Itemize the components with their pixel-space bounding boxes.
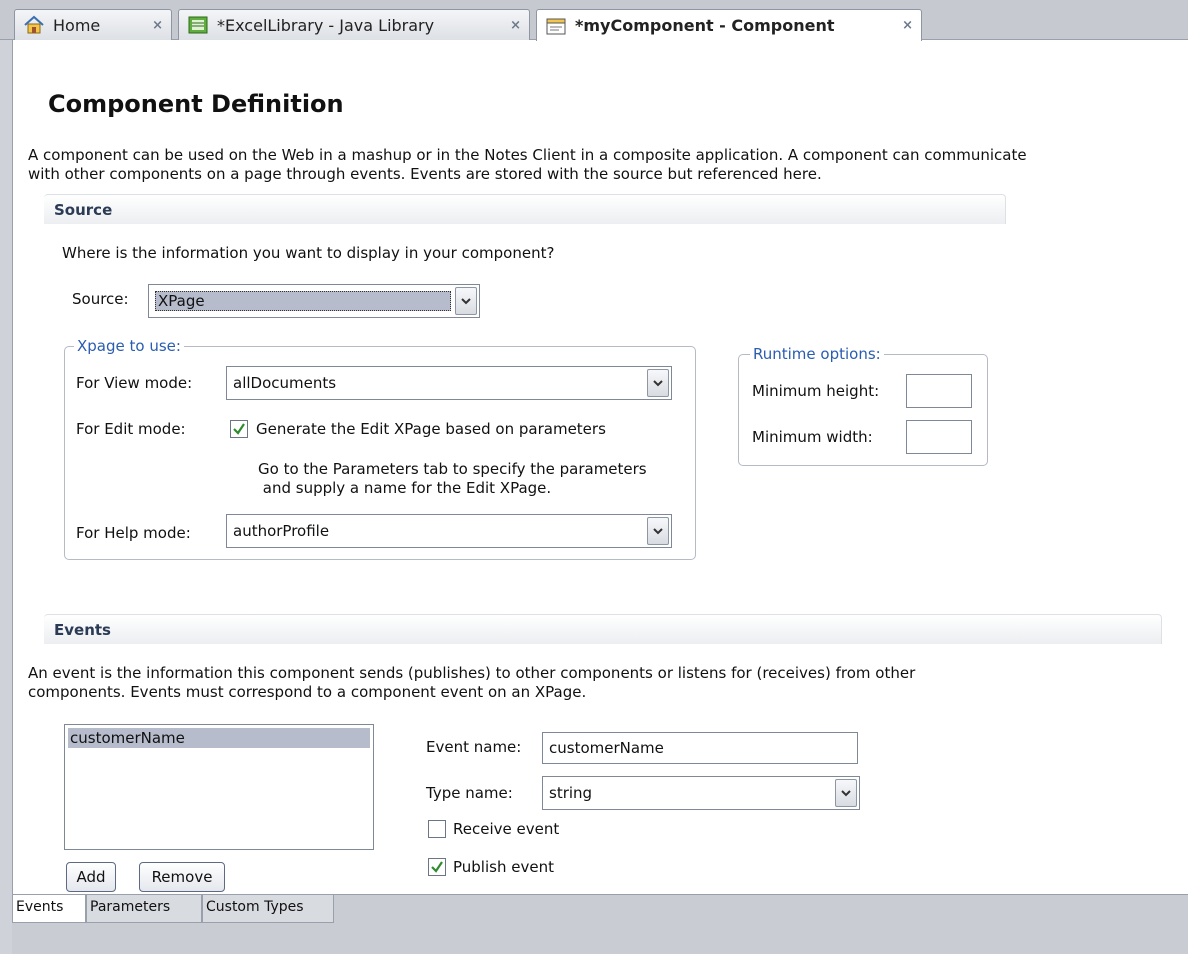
- publish-event-label: Publish event: [453, 858, 554, 876]
- type-name-value: string: [549, 784, 593, 802]
- type-name-label: Type name:: [426, 784, 513, 802]
- receive-event-checkbox[interactable]: [428, 820, 446, 838]
- tab-parameters[interactable]: Parameters: [86, 895, 202, 923]
- help-mode-value: authorProfile: [233, 522, 330, 540]
- close-icon[interactable]: ×: [152, 18, 163, 33]
- tab-home[interactable]: Home ×: [14, 9, 172, 40]
- min-height-label: Minimum height:: [752, 382, 880, 400]
- min-width-label: Minimum width:: [752, 428, 873, 446]
- min-height-input[interactable]: [906, 374, 972, 408]
- events-desc-line: components. Events must correspond to a …: [28, 683, 587, 701]
- remove-event-button[interactable]: Remove: [139, 862, 225, 892]
- source-section-header[interactable]: Source: [44, 194, 1006, 224]
- event-name-label: Event name:: [426, 738, 522, 756]
- tab-my-component[interactable]: *myComponent - Component ×: [536, 9, 922, 41]
- event-name-input[interactable]: customerName: [542, 732, 858, 764]
- close-icon[interactable]: ×: [902, 18, 913, 33]
- min-width-input[interactable]: [906, 420, 972, 454]
- chevron-down-icon[interactable]: [835, 779, 857, 807]
- type-name-select[interactable]: string: [542, 776, 860, 810]
- tab-label: *ExcelLibrary - Java Library: [217, 15, 435, 35]
- tab-custom-types[interactable]: Custom Types: [202, 895, 334, 923]
- source-label: Source:: [72, 290, 129, 308]
- tab-excel-library[interactable]: *ExcelLibrary - Java Library ×: [178, 9, 530, 40]
- generate-edit-xpage-label: Generate the Edit XPage based on paramet…: [256, 420, 606, 438]
- home-icon: [23, 15, 45, 35]
- intro-text: A component can be used on the Web in a …: [28, 146, 1178, 184]
- list-item[interactable]: customerName: [68, 728, 370, 748]
- runtime-options-title: Runtime options:: [750, 345, 884, 363]
- help-mode-select[interactable]: authorProfile: [226, 514, 672, 548]
- edit-note-line: Go to the Parameters tab to specify the …: [258, 460, 647, 478]
- check-icon: [233, 423, 245, 435]
- page-title: Component Definition: [48, 90, 344, 118]
- intro-line: A component can be used on the Web in a …: [28, 146, 1027, 164]
- chevron-down-icon[interactable]: [647, 369, 669, 397]
- receive-event-label: Receive event: [453, 820, 560, 838]
- tab-label: Home: [53, 15, 101, 35]
- check-icon: [431, 861, 443, 873]
- chevron-down-icon[interactable]: [455, 287, 477, 315]
- source-question: Where is the information you want to dis…: [62, 244, 555, 262]
- xpage-group-title: Xpage to use:: [74, 337, 184, 355]
- view-mode-label: For View mode:: [76, 374, 193, 392]
- chevron-down-icon[interactable]: [647, 517, 669, 545]
- source-value: XPage: [155, 291, 451, 311]
- component-icon: [545, 16, 567, 36]
- events-list[interactable]: customerName: [64, 724, 374, 850]
- intro-line: with other components on a page through …: [28, 165, 822, 183]
- bottom-tab-bar: Events Parameters Custom Types: [12, 894, 1188, 954]
- source-select[interactable]: XPage: [148, 284, 480, 318]
- publish-event-checkbox[interactable]: [428, 858, 446, 876]
- events-description: An event is the information this compone…: [28, 664, 1178, 702]
- edit-note-line: and supply a name for the Edit XPage.: [258, 479, 552, 497]
- events-desc-line: An event is the information this compone…: [28, 664, 916, 682]
- edit-mode-label: For Edit mode:: [76, 420, 186, 438]
- generate-edit-xpage-checkbox[interactable]: [230, 420, 248, 438]
- close-icon[interactable]: ×: [510, 18, 521, 33]
- tab-label: *myComponent - Component: [575, 16, 835, 35]
- tab-events[interactable]: Events: [12, 895, 86, 923]
- view-mode-select[interactable]: allDocuments: [226, 366, 672, 400]
- help-mode-label: For Help mode:: [76, 524, 191, 542]
- edit-mode-note: Go to the Parameters tab to specify the …: [258, 460, 688, 498]
- view-mode-value: allDocuments: [233, 374, 337, 392]
- events-section-header[interactable]: Events: [44, 614, 1162, 644]
- editor-tab-bar: Home × *ExcelLibrary - Java Library × *m…: [0, 0, 1188, 41]
- add-event-button[interactable]: Add: [66, 862, 116, 892]
- java-library-icon: [187, 15, 209, 35]
